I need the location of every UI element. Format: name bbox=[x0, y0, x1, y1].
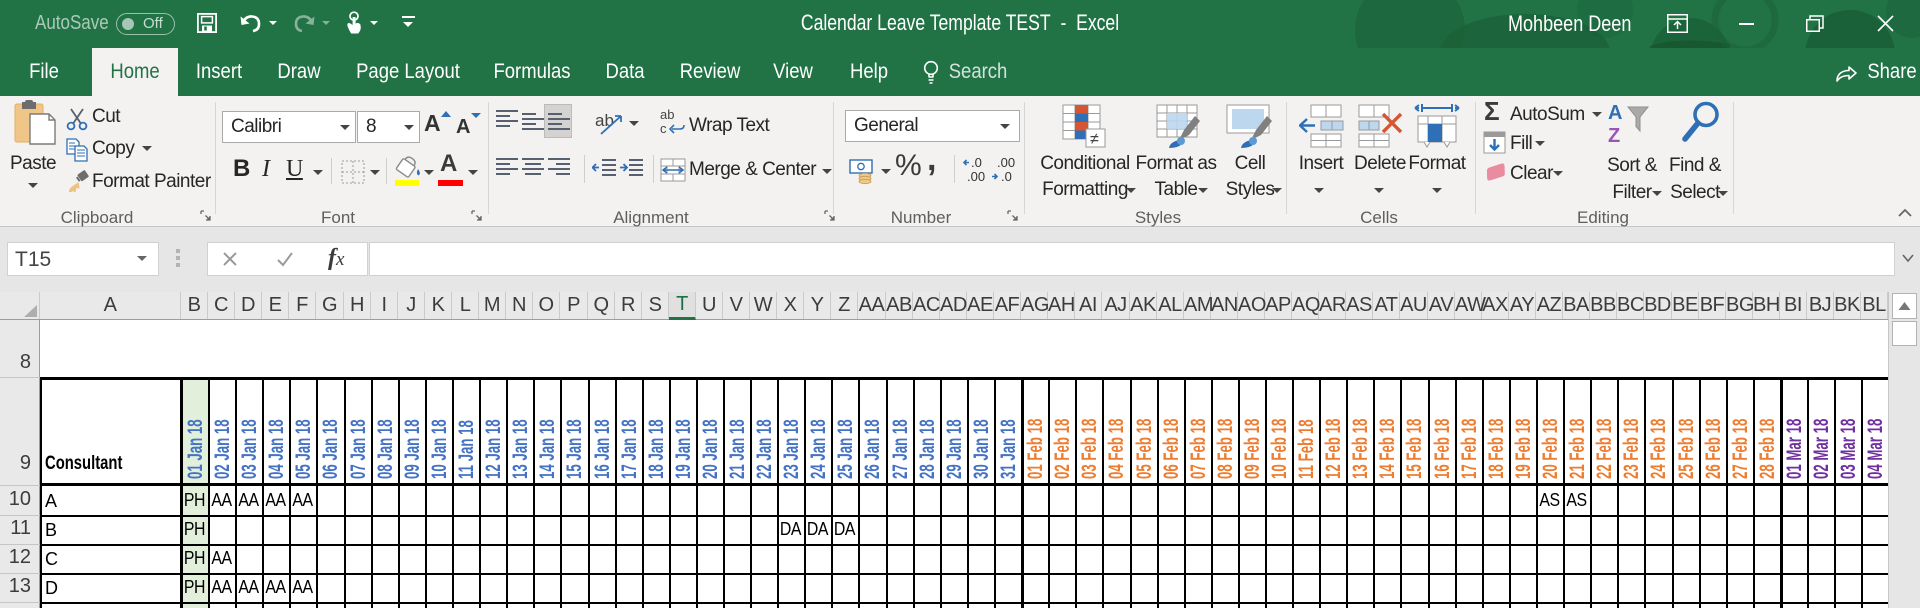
svg-text:.00: .00 bbox=[967, 169, 985, 184]
svg-text:c: c bbox=[660, 121, 667, 136]
svg-text:ab: ab bbox=[660, 107, 674, 122]
svg-text:.0: .0 bbox=[971, 156, 982, 170]
svg-text:.0: .0 bbox=[1001, 169, 1012, 184]
svg-text:A: A bbox=[1608, 102, 1622, 124]
svg-text:≠: ≠ bbox=[1090, 131, 1099, 148]
svg-text:Z: Z bbox=[1608, 125, 1620, 144]
svg-text:ab: ab bbox=[595, 111, 614, 130]
svg-text:.00: .00 bbox=[997, 156, 1015, 170]
